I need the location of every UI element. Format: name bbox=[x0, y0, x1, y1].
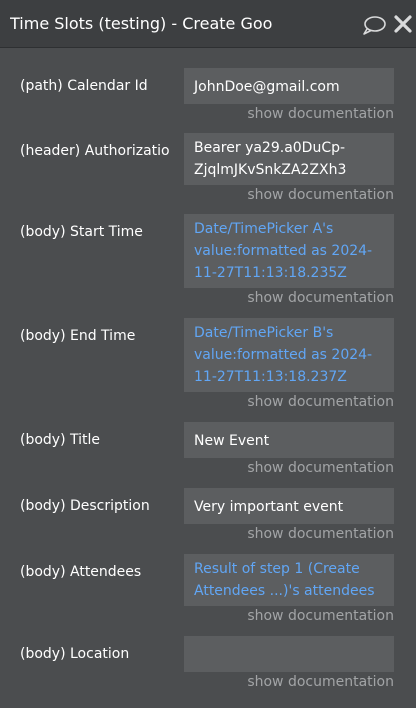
param-authorization: (header) Authorizatio Bearer ya29.a0DuCp… bbox=[0, 133, 416, 213]
show-documentation-link[interactable]: show documentation bbox=[247, 526, 394, 542]
param-label: (body) Location bbox=[20, 646, 130, 662]
param-value-input[interactable]: New Event bbox=[184, 422, 394, 458]
param-label: (body) Start Time bbox=[20, 224, 143, 240]
param-title: (body) Title New Event show documentatio… bbox=[0, 422, 416, 482]
param-value-input[interactable]: Very important event bbox=[184, 488, 394, 524]
param-attendees: (body) Attendees Result of step 1 (Creat… bbox=[0, 554, 416, 634]
param-start-time: (body) Start Time Date/TimePicker A's va… bbox=[0, 214, 416, 314]
param-label: (body) Attendees bbox=[20, 564, 142, 580]
close-icon[interactable] bbox=[394, 14, 412, 34]
show-documentation-link[interactable]: show documentation bbox=[247, 290, 394, 306]
dialog-title: Time Slots (testing) - Create Goo bbox=[10, 14, 273, 33]
param-description: (body) Description Very important event … bbox=[0, 488, 416, 548]
param-value-dynamic-expression[interactable]: Date/TimePicker A's value:formatted as 2… bbox=[184, 214, 394, 288]
param-location: (body) Location show documentation bbox=[0, 636, 416, 696]
param-value-input[interactable]: JohnDoe@gmail.com bbox=[184, 68, 394, 104]
param-calendar-id: (path) Calendar Id JohnDoe@gmail.com sho… bbox=[0, 68, 416, 138]
show-documentation-link[interactable]: show documentation bbox=[247, 106, 394, 122]
param-value-input[interactable] bbox=[184, 636, 394, 672]
param-value-dynamic-expression[interactable]: Result of step 1 (Create Attendees ...)'… bbox=[184, 554, 394, 606]
param-value-input[interactable]: Bearer ya29.a0DuCp-ZjqlmJKvSnkZA2ZXh3 bbox=[184, 133, 394, 185]
show-documentation-link[interactable]: show documentation bbox=[247, 187, 394, 203]
param-label: (body) Title bbox=[20, 432, 101, 448]
show-documentation-link[interactable]: show documentation bbox=[247, 674, 394, 690]
param-end-time: (body) End Time Date/TimePicker B's valu… bbox=[0, 318, 416, 418]
dialog-titlebar: Time Slots (testing) - Create Goo bbox=[0, 0, 416, 48]
show-documentation-link[interactable]: show documentation bbox=[247, 608, 394, 624]
comment-icon[interactable] bbox=[362, 15, 386, 35]
param-label: (body) End Time bbox=[20, 328, 136, 344]
show-documentation-link[interactable]: show documentation bbox=[247, 394, 394, 410]
param-label: (body) Description bbox=[20, 498, 150, 514]
param-label: (path) Calendar Id bbox=[20, 78, 148, 94]
show-documentation-link[interactable]: show documentation bbox=[247, 460, 394, 476]
param-label: (header) Authorizatio bbox=[20, 143, 170, 159]
param-value-dynamic-expression[interactable]: Date/TimePicker B's value:formatted as 2… bbox=[184, 318, 394, 392]
api-call-parameters-panel: (path) Calendar Id JohnDoe@gmail.com sho… bbox=[0, 48, 416, 708]
